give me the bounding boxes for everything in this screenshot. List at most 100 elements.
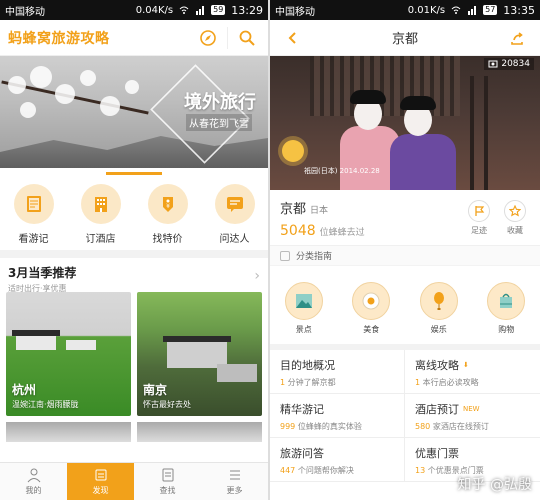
back-icon[interactable] xyxy=(280,25,306,51)
info-text: 位蜂蜂的真实体验 xyxy=(297,422,362,431)
visitor-count: 5048 xyxy=(280,223,316,239)
action-label: 足迹 xyxy=(471,226,487,235)
destination-cards: 杭州 温婉江南·烟雨朦胧 南京 怀古最好去处 xyxy=(0,290,268,418)
nav-item-search[interactable]: 查找 xyxy=(134,463,201,500)
info-title: 离线攻略 xyxy=(415,359,459,372)
category-food[interactable]: 美食 xyxy=(347,281,395,335)
signal-icon xyxy=(195,5,205,15)
destination-header: 京都 xyxy=(270,20,540,56)
network-speed: 0.04K/s xyxy=(135,4,174,16)
app-header: 蚂蜂窝旅游攻略 xyxy=(0,20,268,56)
right-screen: 中国移动 0.01K/s 57 13:35 京都 20834 祇园(日本) 20… xyxy=(270,0,540,500)
quick-item-experts[interactable]: 问达人 xyxy=(205,183,265,245)
info-title: 优惠门票 xyxy=(415,447,459,460)
destination-card-nanjing[interactable]: 南京 怀古最好去处 xyxy=(137,292,262,416)
brand-name: 蚂蜂窝 xyxy=(8,30,52,47)
watermark: 知乎 @弘殷 xyxy=(457,477,532,493)
status-bar: 中国移动 0.01K/s 57 13:35 xyxy=(270,0,540,20)
search-icon xyxy=(162,468,173,482)
category-shopping[interactable]: 购物 xyxy=(482,281,530,335)
hotel-icon xyxy=(80,183,121,224)
promo-banner[interactable]: 境外旅行 从春花到飞雪 xyxy=(0,56,268,168)
info-offline-guide[interactable]: 离线攻略 ⬇ 1 本行启必读攻略 xyxy=(405,350,540,394)
nav-label: 发现 xyxy=(92,486,109,495)
more-cards-peek xyxy=(0,418,268,442)
discover-icon xyxy=(95,469,106,481)
destination-info-grid: 目的地概况 1 分钟了解京都 离线攻略 ⬇ 1 本行启必读攻略 精华游记 999 … xyxy=(270,350,540,482)
info-title: 酒店预订 xyxy=(415,403,459,416)
nav-label: 更多 xyxy=(226,486,243,495)
banner-subtitle: 从春花到飞雪 xyxy=(186,114,252,131)
book-icon xyxy=(13,183,54,224)
category-sights[interactable]: 景点 xyxy=(280,281,328,335)
brand-suffix: 旅游攻略 xyxy=(51,30,110,47)
country-name: 日本 xyxy=(310,206,329,216)
chat-icon xyxy=(214,183,255,224)
nav-label: 查找 xyxy=(159,486,176,495)
category-icon xyxy=(280,250,290,261)
card-title: 南京 xyxy=(143,383,168,397)
category-label: 美食 xyxy=(363,324,380,334)
destination-hero-image[interactable]: 20834 祇园(日本) 2014.02.28 xyxy=(270,56,540,190)
destination-card-hangzhou[interactable]: 杭州 温婉江南·烟雨朦胧 xyxy=(6,292,131,416)
battery-level: 57 xyxy=(483,5,498,15)
carrier-label: 中国移动 xyxy=(275,6,315,18)
category-fun[interactable]: 娱乐 xyxy=(415,281,463,335)
quick-label: 看游记 xyxy=(18,233,49,245)
quick-item-hotel[interactable]: 订酒店 xyxy=(71,183,131,245)
info-number: 1 xyxy=(280,378,286,387)
nav-item-more[interactable]: 更多 xyxy=(201,463,268,500)
info-title: 目的地概况 xyxy=(280,359,335,372)
mountain-icon xyxy=(284,281,323,320)
download-icon: ⬇ xyxy=(463,361,469,369)
quick-label: 找特价 xyxy=(152,233,183,245)
svg-text:¥: ¥ xyxy=(166,203,170,210)
nav-label: 我的 xyxy=(25,486,42,495)
info-travelogues[interactable]: 精华游记 999 位蜂蜂的真实体验 xyxy=(270,394,405,438)
compass-icon[interactable] xyxy=(195,25,221,51)
card-subtitle: 怀古最好去处 xyxy=(143,400,191,409)
flag-icon xyxy=(468,200,490,222)
footprint-button[interactable]: 足迹 xyxy=(464,200,494,236)
visitor-label: 位蜂蜂去过 xyxy=(319,228,365,238)
weather-sun-icon xyxy=(282,140,304,162)
shopping-bag-icon xyxy=(487,281,526,320)
quick-label: 订酒店 xyxy=(85,233,116,245)
info-qa[interactable]: 旅游问答 447 个问题帮你解决 xyxy=(270,438,405,482)
favorite-button[interactable]: 收藏 xyxy=(500,200,530,236)
category-label: 娱乐 xyxy=(430,324,447,334)
info-number: 13 xyxy=(415,466,426,475)
signal-icon xyxy=(467,5,477,15)
destination-summary: 京都 日本 5048 位蜂蜂去过 足迹 收藏 xyxy=(270,190,540,246)
page-title: 京都 xyxy=(391,32,418,47)
card-title: 杭州 xyxy=(12,383,37,397)
status-time: 13:35 xyxy=(503,3,535,17)
info-text: 本行启必读攻略 xyxy=(422,378,479,387)
category-guide-header: 分类指南 xyxy=(270,246,540,266)
photo-caption: 祇园(日本) 2014.02.28 xyxy=(304,167,380,175)
info-title: 精华游记 xyxy=(280,403,324,416)
bottom-nav: 我的 发现 查找 更多 xyxy=(0,462,268,500)
info-overview[interactable]: 目的地概况 1 分钟了解京都 xyxy=(270,350,405,394)
info-number: 1 xyxy=(415,378,421,387)
app-logo: 蚂蜂窝旅游攻略 xyxy=(8,28,110,48)
view-count-value: 20834 xyxy=(501,59,530,69)
banner-title: 境外旅行 xyxy=(184,92,256,113)
info-number: 447 xyxy=(280,466,296,475)
info-text: 个问题帮你解决 xyxy=(297,466,354,475)
info-number: 999 xyxy=(280,422,296,431)
quick-item-travelogues[interactable]: 看游记 xyxy=(4,183,64,245)
carousel-indicator xyxy=(0,168,268,178)
city-name: 京都 xyxy=(280,202,307,217)
nav-item-mine[interactable]: 我的 xyxy=(0,463,67,500)
star-icon xyxy=(504,200,526,222)
nav-item-discover[interactable]: 发现 xyxy=(67,463,134,500)
chevron-right-icon: › xyxy=(254,268,260,284)
share-icon[interactable] xyxy=(504,25,530,51)
season-section-header[interactable]: 3月当季推荐 适时出行·享优惠 › xyxy=(0,258,268,293)
card-subtitle: 温婉江南·烟雨朦胧 xyxy=(12,400,79,409)
quick-item-deals[interactable]: ¥ 找特价 xyxy=(138,183,198,245)
price-tag-icon: ¥ xyxy=(147,183,188,224)
search-icon[interactable] xyxy=(234,25,260,51)
info-hotel-booking[interactable]: 酒店预订 NEW 580 家酒店在线预订 xyxy=(405,394,540,438)
